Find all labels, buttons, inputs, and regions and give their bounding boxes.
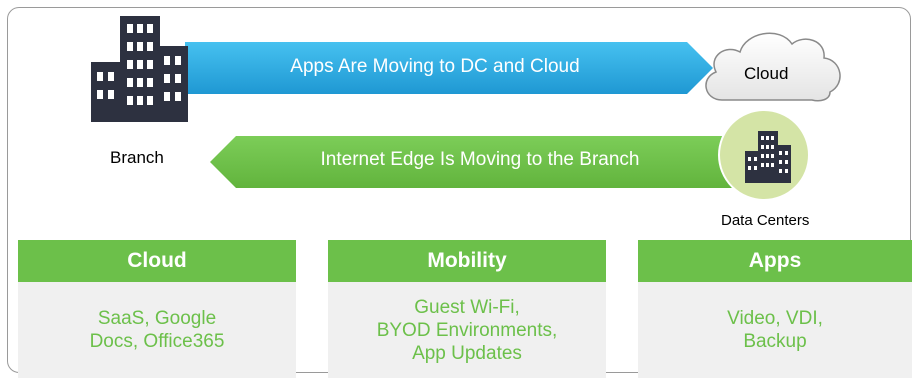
card-mobility: Mobility Guest Wi-Fi, BYOD Environments,… xyxy=(328,240,606,378)
card-line: App Updates xyxy=(412,342,522,364)
bottom-arrow-label: Internet Edge Is Moving to the Branch xyxy=(320,149,640,170)
card-title: Cloud xyxy=(18,240,296,282)
building-icon xyxy=(91,16,188,122)
card-body: SaaS, Google Docs, Office365 xyxy=(18,282,296,378)
card-title: Apps xyxy=(638,240,912,282)
cloud-label: Cloud xyxy=(744,64,789,83)
card-title: Mobility xyxy=(328,240,606,282)
card-line: Video, VDI, xyxy=(727,308,823,329)
card-cloud: Cloud SaaS, Google Docs, Office365 xyxy=(18,240,296,378)
card-body: Guest Wi-Fi, BYOD Environments, App Upda… xyxy=(328,282,606,378)
branch-label: Branch xyxy=(110,148,164,167)
card-apps: Apps Video, VDI, Backup xyxy=(638,240,912,378)
card-line: Backup xyxy=(743,331,807,352)
card-line: SaaS, Google xyxy=(97,308,217,329)
data-center-icon xyxy=(718,109,810,201)
card-line: BYOD Environments, xyxy=(376,319,558,341)
card-line: Guest Wi-Fi, xyxy=(414,296,520,318)
card-body: Video, VDI, Backup xyxy=(638,282,912,378)
top-arrow-label: Apps Are Moving to DC and Cloud xyxy=(290,56,580,77)
data-centers-label: Data Centers xyxy=(721,212,810,229)
card-line: Docs, Office365 xyxy=(89,331,225,352)
